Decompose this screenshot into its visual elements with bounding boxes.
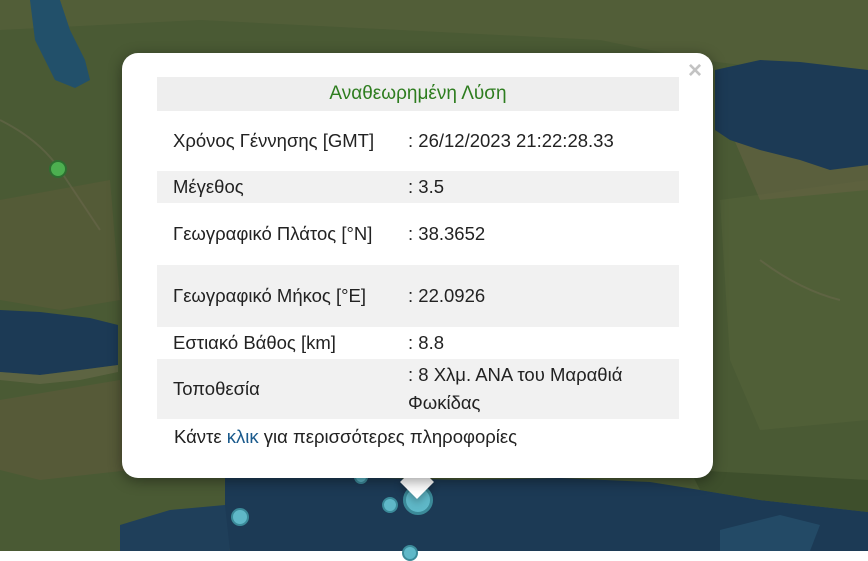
close-icon[interactable]: ×	[683, 58, 707, 84]
table-row: Μέγεθος : 3.5	[157, 171, 679, 203]
earthquake-marker[interactable]	[382, 497, 398, 513]
earthquake-marker[interactable]	[402, 545, 418, 561]
table-row: Γεωγραφικό Μήκος [°E] : 22.0926	[157, 265, 679, 327]
row-value: : 3.5	[392, 171, 679, 203]
row-value: : 22.0926	[392, 265, 679, 327]
more-info-link[interactable]: κλικ	[227, 426, 259, 447]
table-row: Εστιακό Βάθος [km] : 8.8	[157, 327, 679, 359]
earthquake-marker[interactable]	[231, 508, 249, 526]
popup-header: Αναθεωρημένη Λύση	[157, 77, 679, 111]
earthquake-marker[interactable]	[49, 160, 67, 178]
row-value: : 8.8	[408, 332, 444, 353]
more-info-text: Κάντε κλικ για περισσότερες πληροφορίες	[174, 426, 517, 448]
row-value: : 8 Χλμ. ΑΝΑ του Μαραθιά Φωκίδας	[392, 359, 679, 419]
more-info-pre: Κάντε	[174, 426, 222, 447]
row-value: : 26/12/2023 21:22:28.33	[408, 130, 614, 151]
earthquake-info-table: Αναθεωρημένη Λύση Χρόνος Γέννησης [GMT] …	[157, 77, 679, 419]
row-key: Τοποθεσία	[157, 359, 392, 419]
table-header-row: Αναθεωρημένη Λύση	[157, 77, 679, 111]
popup-tip-cover	[385, 455, 455, 478]
table-row: Γεωγραφικό Πλάτος [°N] : 38.3652	[157, 203, 679, 265]
more-info-post: για περισσότερες πληροφορίες	[263, 426, 518, 447]
row-key: Μέγεθος	[157, 171, 392, 203]
row-key: Γεωγραφικό Πλάτος [°N]	[173, 223, 373, 244]
row-key: Εστιακό Βάθος [km]	[173, 332, 336, 353]
row-key: Γεωγραφικό Μήκος [°E]	[157, 265, 392, 327]
row-key: Χρόνος Γέννησης [GMT]	[173, 130, 375, 151]
table-row: Χρόνος Γέννησης [GMT] : 26/12/2023 21:22…	[157, 111, 679, 171]
table-row: Τοποθεσία : 8 Χλμ. ΑΝΑ του Μαραθιά Φωκίδ…	[157, 359, 679, 419]
row-value: : 38.3652	[408, 223, 486, 244]
